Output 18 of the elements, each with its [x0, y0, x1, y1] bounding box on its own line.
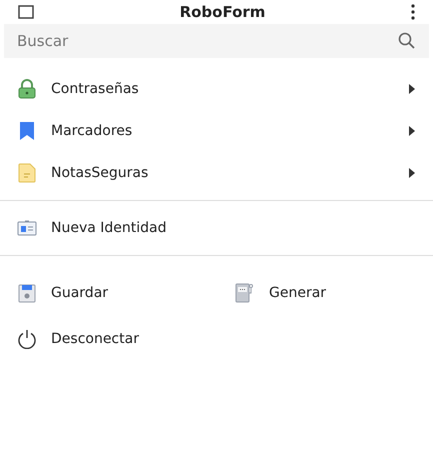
bookmark-icon — [17, 121, 37, 141]
menu-item[interactable]: NotasSeguras — [0, 152, 433, 194]
menu-item[interactable]: Contraseñas — [0, 68, 433, 110]
id-card-icon — [17, 220, 37, 236]
search-icon[interactable] — [398, 32, 415, 49]
action-item[interactable]: Desconectar — [0, 316, 218, 362]
action-item[interactable]: Generar — [218, 270, 433, 316]
menu-item[interactable]: Marcadores — [0, 110, 433, 152]
app-title: RoboForm — [180, 3, 266, 21]
menu-item[interactable]: Nueva Identidad — [0, 207, 433, 249]
window-icon[interactable] — [18, 5, 34, 19]
power-icon — [17, 329, 37, 349]
search-field[interactable]: Buscar — [4, 24, 429, 58]
action-item[interactable]: Guardar — [0, 270, 218, 316]
slot-machine-icon — [235, 283, 255, 303]
padlock-icon — [17, 79, 37, 99]
more-menu-icon[interactable] — [411, 4, 415, 20]
note-icon — [17, 163, 37, 183]
